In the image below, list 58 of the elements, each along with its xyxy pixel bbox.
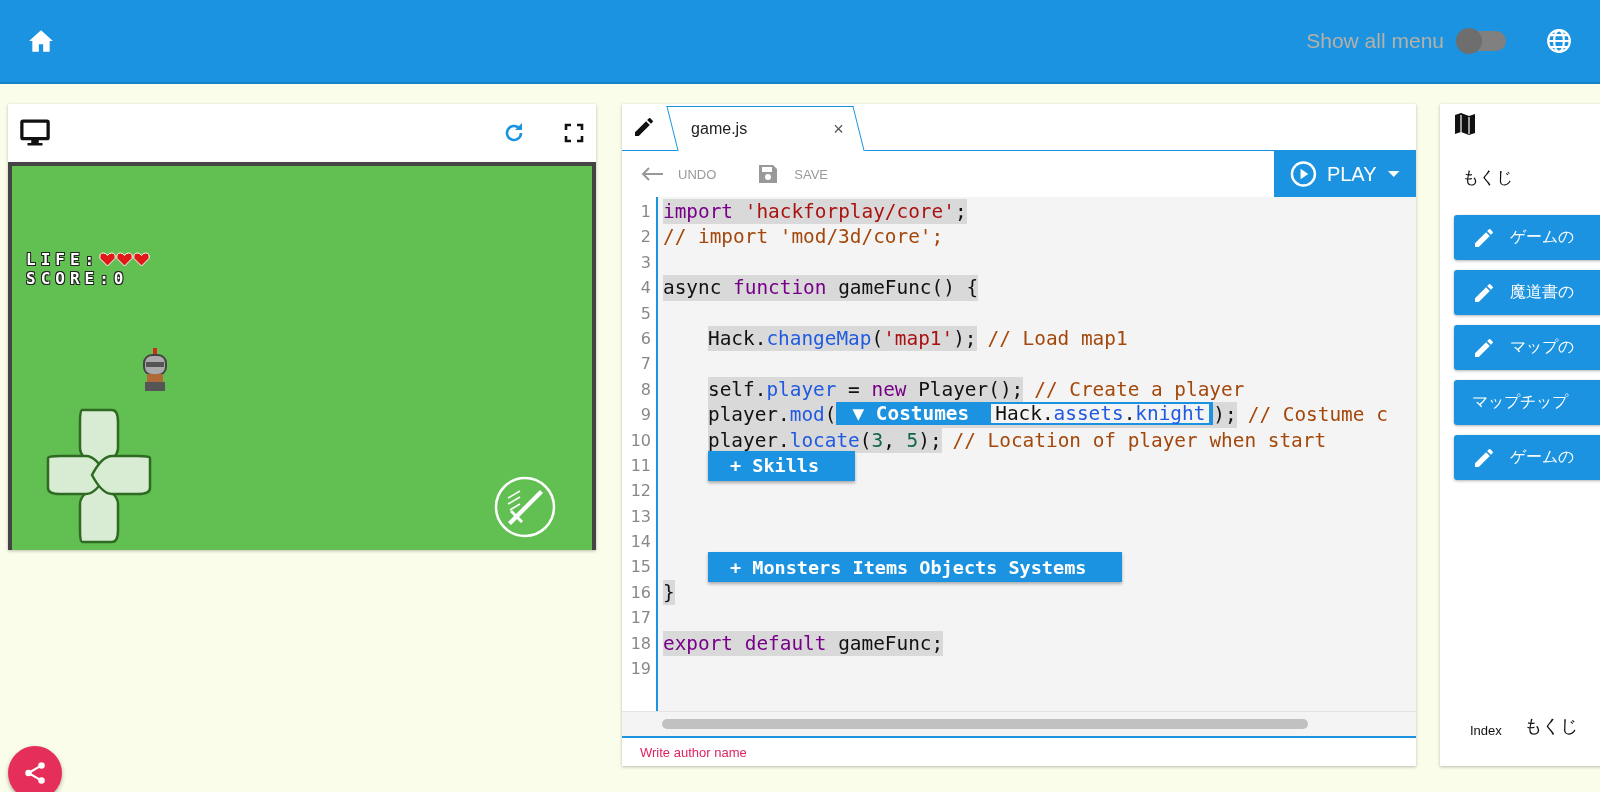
line-number: 11 — [629, 454, 652, 477]
dpad-control[interactable] — [44, 406, 154, 546]
index-title: もくじ — [1462, 167, 1514, 189]
caret-icon — [1386, 170, 1400, 178]
code-comment: // Load map1 — [987, 325, 1128, 352]
line-number: 2 — [639, 226, 652, 249]
fullscreen-icon[interactable] — [564, 123, 584, 143]
line-number: 13 — [629, 505, 652, 528]
index-item[interactable]: 魔道書の — [1454, 270, 1600, 315]
code-comment: // Create a player — [1034, 376, 1245, 403]
line-number: 12 — [629, 480, 652, 503]
home-icon[interactable] — [28, 29, 54, 53]
monitor-icon — [20, 119, 50, 147]
line-number: 16 — [629, 581, 652, 604]
index-item[interactable]: マップチップ — [1454, 380, 1600, 425]
code-comment: // import 'mod/3d/core'; — [663, 224, 944, 250]
file-tab[interactable]: game.js × — [666, 106, 865, 151]
line-number: 19 — [629, 658, 652, 681]
line-number: 7 — [639, 353, 652, 376]
show-all-menu-label: Show all menu — [1306, 29, 1444, 53]
index-item[interactable]: ゲームの — [1454, 435, 1600, 480]
play-icon — [1290, 160, 1317, 188]
knight-sprite — [140, 348, 170, 392]
code-comment: // Location of player when start — [952, 427, 1327, 453]
globe-icon[interactable] — [1546, 28, 1572, 54]
scrollbar-thumb[interactable] — [662, 719, 1308, 729]
map-icon — [1454, 112, 1476, 136]
line-number: 14 — [629, 531, 652, 554]
index-item[interactable]: ゲームの — [1454, 215, 1600, 260]
line-number: 15 — [629, 556, 652, 579]
close-icon[interactable]: × — [833, 118, 844, 140]
arrow-left-icon — [640, 166, 664, 182]
line-number: 9 — [639, 404, 652, 427]
add-block-button[interactable]: + Skills — [708, 450, 856, 481]
show-all-menu-toggle[interactable] — [1458, 31, 1506, 51]
add-block-button[interactable]: + Monsters Items Objects Systems — [708, 552, 1123, 583]
index-item[interactable]: マップの — [1454, 325, 1600, 370]
share-button[interactable] — [8, 746, 62, 792]
line-number: 4 — [639, 277, 652, 300]
score-label: SCORE:0 — [26, 269, 129, 288]
sword-attack-icon[interactable] — [494, 476, 556, 538]
code-comment: // Costume c — [1247, 402, 1388, 428]
line-number: 17 — [629, 607, 652, 630]
line-number: 3 — [639, 251, 652, 274]
index-value: もくじ — [1523, 714, 1578, 738]
pencil-icon — [632, 115, 656, 139]
life-label: LIFE: — [26, 250, 100, 269]
share-icon — [22, 760, 48, 786]
line-number: 1 — [639, 201, 652, 223]
line-number: 5 — [639, 302, 652, 325]
line-number: 6 — [639, 327, 652, 350]
index-label: Index — [1470, 723, 1502, 738]
line-number: 8 — [639, 378, 652, 401]
costume-dropdown[interactable]: ▼ Costumes Hack.assets.knight — [836, 402, 1214, 426]
line-number: 18 — [629, 632, 652, 655]
author-name-field[interactable]: Write author name — [638, 743, 942, 761]
play-button[interactable]: PLAY — [1274, 151, 1416, 197]
line-number: 10 — [629, 429, 652, 452]
